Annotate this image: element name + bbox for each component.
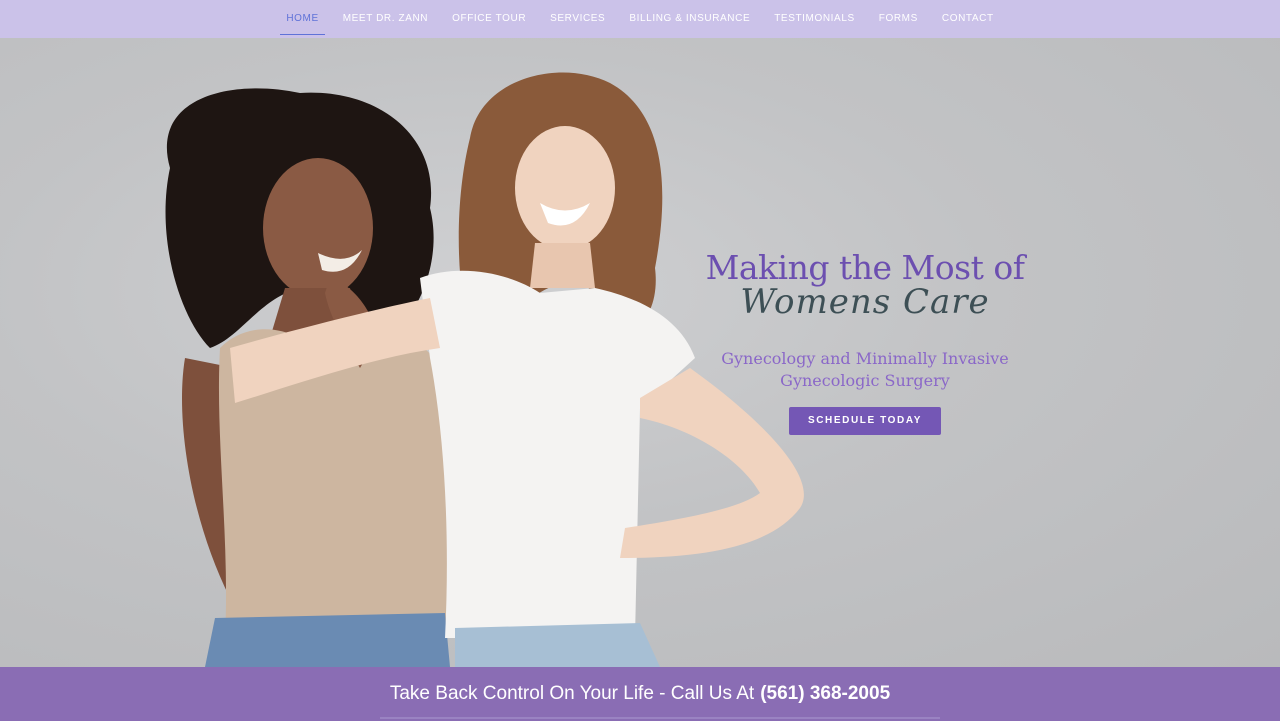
main-navigation: HOME MEET DR. ZANN OFFICE TOUR SERVICES … — [0, 0, 1280, 38]
callbar-text: Take Back Control On Your Life - Call Us… — [389, 683, 755, 704]
call-to-action-bar: Take Back Control On Your Life - Call Us… — [0, 667, 1280, 721]
hero-photo-two-women — [165, 72, 804, 667]
nav-item-forms[interactable]: FORMS — [867, 2, 930, 36]
nav-item-billing-insurance[interactable]: BILLING & INSURANCE — [617, 2, 762, 36]
hero-script-title: Womens Care — [740, 282, 990, 322]
callbar-divider — [380, 717, 940, 719]
nav-item-services[interactable]: SERVICES — [538, 2, 617, 36]
nav-item-testimonials[interactable]: TESTIMONIALS — [762, 2, 867, 36]
nav-list: HOME MEET DR. ZANN OFFICE TOUR SERVICES … — [274, 2, 1005, 36]
hero-subtitle-line-1: Gynecology and Minimally Invasive — [721, 349, 1009, 368]
hero-subtitle-line-2: Gynecologic Surgery — [780, 371, 950, 390]
nav-item-home[interactable]: HOME — [274, 2, 330, 36]
nav-item-contact[interactable]: CONTACT — [930, 2, 1006, 36]
nav-item-office-tour[interactable]: OFFICE TOUR — [440, 2, 538, 36]
hero-subtitle: Gynecology and Minimally Invasive Gyneco… — [690, 348, 1040, 392]
hero-section: Making the Most of Womens Care Gynecolog… — [0, 38, 1280, 667]
nav-item-meet-dr-zann[interactable]: MEET DR. ZANN — [331, 2, 440, 36]
hero-copy-block: Making the Most of Womens Care Gynecolog… — [690, 248, 1040, 435]
schedule-today-button[interactable]: SCHEDULE TODAY — [788, 407, 942, 435]
phone-number-link[interactable]: (561) 368-2005 — [760, 683, 890, 705]
